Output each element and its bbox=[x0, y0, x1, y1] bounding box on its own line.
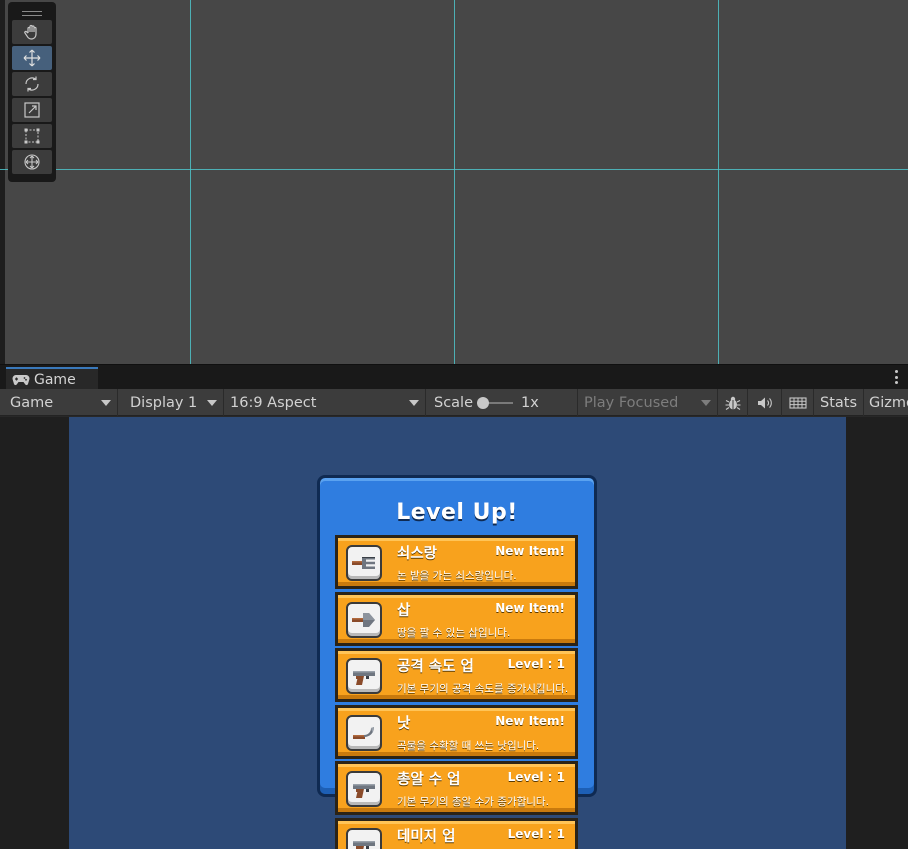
option-icon-frame bbox=[346, 828, 382, 849]
level-up-option[interactable]: 데미지 업 Level : 1 bbox=[335, 818, 578, 849]
mode-dropdown-label: Game bbox=[10, 394, 54, 411]
more-options-icon[interactable] bbox=[894, 370, 898, 384]
level-up-option[interactable]: 총알 수 업 Level : 1 기본 무기의 총알 수가 증가합니다. bbox=[335, 761, 578, 815]
option-name: 낫 bbox=[397, 716, 411, 732]
tab-game[interactable]: Game bbox=[6, 367, 98, 390]
game-screen: Level Up! 쇠스랑 New Item! 논 밭을 가는 쇠스랑입니다. 삽 Ne… bbox=[69, 417, 846, 849]
scale-control: Scale 1x bbox=[426, 389, 578, 416]
audio-mute-button[interactable] bbox=[748, 389, 782, 416]
aspect-dropdown[interactable]: 16:9 Aspect bbox=[224, 389, 426, 416]
option-name: 데미지 업 bbox=[397, 829, 456, 845]
option-description: 기본 무기의 공격 속도를 증가시킵니다. bbox=[397, 683, 569, 695]
gun-icon bbox=[353, 671, 375, 685]
debug-button[interactable] bbox=[718, 389, 748, 416]
level-up-title: Level Up! bbox=[396, 500, 518, 525]
scene-tools-overlay bbox=[8, 2, 56, 182]
sickle-icon bbox=[353, 727, 374, 739]
option-icon-frame bbox=[346, 545, 382, 581]
play-mode-dropdown[interactable]: Play Focused bbox=[578, 389, 718, 416]
option-description: 곡물을 수확할 때 쓰는 낫입니다. bbox=[397, 740, 540, 752]
game-tab-bar: Game bbox=[0, 364, 908, 390]
gamepad-icon bbox=[12, 374, 30, 385]
mode-dropdown[interactable]: Game bbox=[0, 389, 118, 416]
stats-button[interactable]: Stats bbox=[814, 389, 864, 416]
option-icon-frame bbox=[346, 602, 382, 638]
scale-value: 1x bbox=[521, 394, 539, 411]
option-name: 총알 수 업 bbox=[397, 772, 461, 788]
option-description: 논 밭을 가는 쇠스랑입니다. bbox=[397, 570, 517, 582]
shovel-icon bbox=[352, 613, 375, 627]
guide-line-vertical bbox=[718, 0, 719, 364]
scale-slider-knob[interactable] bbox=[477, 396, 490, 409]
toolbar-drag-handle[interactable] bbox=[12, 6, 52, 20]
chevron-down-icon bbox=[701, 400, 711, 406]
option-tag: New Item! bbox=[495, 714, 565, 728]
guide-line-vertical bbox=[454, 0, 455, 364]
rect-transform-icon bbox=[24, 128, 40, 144]
scene-left-border bbox=[0, 0, 5, 364]
transform-icon bbox=[24, 154, 40, 170]
option-name: 쇠스랑 bbox=[397, 546, 438, 562]
option-tag: Level : 1 bbox=[507, 770, 565, 784]
transform-tool-button[interactable] bbox=[12, 150, 52, 174]
display-dropdown-label: Display 1 bbox=[130, 394, 198, 411]
gizmos-dropdown[interactable]: Gizmos bbox=[864, 389, 908, 416]
option-description: 땅을 팔 수 있는 삽입니다. bbox=[397, 627, 511, 639]
scale-label: Scale bbox=[434, 394, 474, 411]
level-up-option[interactable]: 삽 New Item! 땅을 팔 수 있는 삽입니다. bbox=[335, 592, 578, 646]
option-name: 공격 속도 업 bbox=[397, 659, 474, 675]
move-tool-button[interactable] bbox=[12, 46, 52, 70]
display-dropdown[interactable]: Display 1 bbox=[118, 389, 224, 416]
pitchfork-icon bbox=[352, 557, 375, 569]
gun-icon bbox=[353, 784, 375, 798]
aspect-dropdown-label: 16:9 Aspect bbox=[230, 394, 317, 411]
option-tag: Level : 1 bbox=[507, 827, 565, 841]
chevron-down-icon bbox=[207, 400, 217, 406]
play-mode-label: Play Focused bbox=[584, 394, 679, 411]
gizmos-label: Gizmos bbox=[869, 394, 908, 411]
shortcuts-button[interactable] bbox=[782, 389, 814, 416]
option-tag: New Item! bbox=[495, 601, 565, 615]
stats-label: Stats bbox=[820, 394, 858, 411]
option-icon-frame bbox=[346, 715, 382, 751]
level-up-option[interactable]: 쇠스랑 New Item! 논 밭을 가는 쇠스랑입니다. bbox=[335, 535, 578, 589]
move-icon bbox=[23, 49, 41, 67]
rotate-tool-button[interactable] bbox=[12, 72, 52, 96]
scale-slider[interactable] bbox=[477, 396, 514, 409]
option-tag: Level : 1 bbox=[507, 657, 565, 671]
option-tag: New Item! bbox=[495, 544, 565, 558]
guide-line-horizontal bbox=[0, 169, 908, 170]
scale-tool-button[interactable] bbox=[12, 98, 52, 122]
level-up-option[interactable]: 낫 New Item! 곡물을 수확할 때 쓰는 낫입니다. bbox=[335, 705, 578, 759]
chevron-down-icon bbox=[409, 400, 419, 406]
option-description: 기본 무기의 총알 수가 증가합니다. bbox=[397, 796, 549, 808]
option-icon-frame bbox=[346, 771, 382, 807]
tab-game-label: Game bbox=[34, 371, 76, 388]
rotate-icon bbox=[25, 76, 39, 92]
speaker-icon bbox=[757, 397, 772, 408]
hand-icon bbox=[24, 24, 37, 40]
scene-view[interactable] bbox=[0, 0, 908, 364]
scale-icon bbox=[24, 102, 40, 118]
guide-line-vertical bbox=[190, 0, 191, 364]
option-name: 삽 bbox=[397, 603, 411, 619]
chevron-down-icon bbox=[101, 400, 111, 406]
gun-icon bbox=[353, 841, 375, 849]
bug-icon bbox=[725, 396, 740, 410]
game-viewport: Level Up! 쇠스랑 New Item! 논 밭을 가는 쇠스랑입니다. 삽 Ne… bbox=[0, 417, 908, 849]
rect-tool-button[interactable] bbox=[12, 124, 52, 148]
game-view-toolbar: Game Display 1 16:9 Aspect Scale 1x Play… bbox=[0, 389, 908, 416]
level-up-option[interactable]: 공격 속도 업 Level : 1 기본 무기의 공격 속도를 증가시킵니다. bbox=[335, 648, 578, 702]
option-icon-frame bbox=[346, 658, 382, 694]
hand-tool-button[interactable] bbox=[12, 20, 52, 44]
keyboard-icon bbox=[788, 396, 807, 409]
